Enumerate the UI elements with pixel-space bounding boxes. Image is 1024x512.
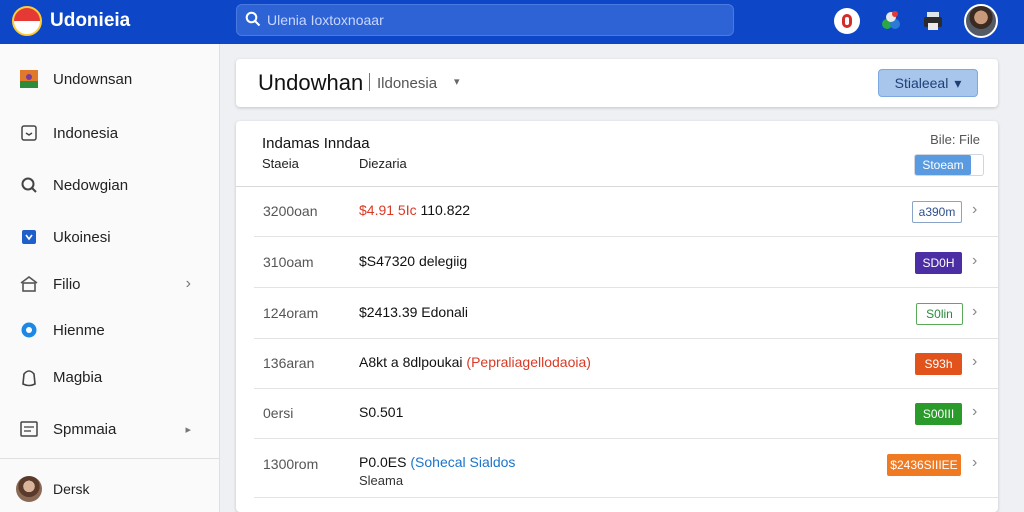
app-logo[interactable] [12,6,42,36]
bag-icon [18,366,40,388]
shield-icon [18,226,40,248]
sidebar-item-label: Ukoinesi [53,228,111,246]
chevron-down-icon[interactable]: ▾ [454,75,460,88]
header-button-label: Stialeeal [894,75,949,91]
search-icon [245,11,261,27]
row-amount: S0.501 [359,404,403,420]
sidebar-item-label: Hienme [53,321,105,339]
circle-icon [18,319,40,341]
sidebar-item-hienme[interactable]: Hienme [0,310,219,350]
alert-icon[interactable] [834,8,860,34]
row-amount-text: $2413.39 Edonali [359,304,468,320]
sidebar-item-label: Spmmaia [53,420,117,438]
row-date: 124oram [263,305,319,321]
caret-right-icon[interactable]: ▸ [185,423,191,436]
row-amount-text: 110.822 [416,202,471,218]
chevron-right-icon[interactable]: › [972,403,977,421]
avatar [16,476,42,502]
status-badge[interactable]: $2436SIIIEE [887,454,961,476]
column-header-description[interactable]: Diezaria [359,156,407,171]
row-date: 1300rom [263,456,319,472]
sidebar-item-label: Undownsan [53,70,133,88]
chevron-right-icon[interactable]: › [972,353,977,371]
chevron-down-icon: ▾ [954,74,962,91]
status-badge[interactable]: S0lin [916,303,963,325]
row-amount: P0.0ES (Sohecal Sialdos [359,454,515,470]
sidebar: Undownsan Indonesia Nedowgian Ukoinesi F… [0,44,220,512]
toggle-label: Stoeam [915,155,971,175]
header-subtitle[interactable]: Ildonesia [377,75,437,92]
status-toggle[interactable]: Stoeam [914,154,984,176]
table-row[interactable]: 0ersi S0.501 S00III › [254,389,998,439]
sidebar-item-label: Magbia [53,368,103,386]
sidebar-item-undownsan[interactable]: Undownsan [0,59,219,99]
table-row[interactable]: 310oam $S47320 delegiig SD0H › [254,238,998,288]
row-subtext: Sleama [359,473,404,488]
sidebar-divider [0,458,219,459]
sidebar-item-label: Filio [53,275,81,293]
home-icon [18,273,40,295]
user-avatar[interactable] [964,4,998,38]
status-badge[interactable]: S93h [915,353,962,375]
transactions-card: Indamas Inndaa Bile: File Staeia Diezari… [236,121,998,512]
file-label[interactable]: Bile: File [930,132,980,147]
doc-icon [18,418,40,440]
sidebar-item-ukoinesi[interactable]: Ukoinesi [0,217,219,257]
chevron-right-icon[interactable]: › [186,275,191,293]
apps-icon[interactable] [878,8,904,34]
row-amount-text: P0.0ES [359,454,411,470]
row-note: (Pepraliagellodaoia) [466,354,591,370]
chevron-right-icon[interactable]: › [972,201,977,219]
search-box[interactable] [236,4,734,36]
sidebar-item-label: Nedowgian [53,176,129,194]
table-row[interactable]: 1300rom P0.0ES (Sohecal Sialdos Sleama $243… [254,440,998,498]
row-amount: A8kt a 8dlpoukai (Pepraliagellodaoia) [359,354,591,370]
row-date: 3200oan [263,203,318,219]
table-row[interactable]: 124oram $2413.39 Edonali S0lin › [254,289,998,339]
row-note: (Sohecal Sialdos [410,454,516,470]
flag-icon [18,68,40,90]
sidebar-item-magbia[interactable]: Magbia [0,357,219,397]
row-date: 136aran [263,355,315,371]
status-badge[interactable]: SD0H [915,252,962,274]
row-date: 0ersi [263,405,294,421]
status-badge[interactable]: a390m [912,201,962,223]
user-name: Dersk [53,481,90,497]
row-amount: $S47320 delegiig [359,253,467,269]
search-input[interactable] [267,9,717,31]
app-title: Udonieia [50,10,131,31]
column-header-status[interactable]: Staeia [262,156,299,171]
sidebar-item-filio[interactable]: Filio › [0,264,219,304]
row-date: 310oam [263,254,314,270]
search-icon [18,174,40,196]
sidebar-item-nedowgian[interactable]: Nedowgian [0,165,219,205]
top-bar: Udonieia [0,0,1024,44]
print-icon[interactable] [920,8,946,34]
row-amount-text: A8kt a 8dlpoukai [359,354,467,370]
row-amount-text: S0.501 [359,404,404,420]
sidebar-item-indonesia[interactable]: Indonesia [0,113,219,153]
status-badge[interactable]: S00III [915,403,962,425]
row-amount-text: $S47320 delegiig [359,253,468,269]
header-divider [369,73,370,91]
row-amount-highlight: $4.91 5Ic [359,202,417,218]
page-header: Undowhan Ildonesia ▾ Stialeeal ▾ [236,59,998,107]
row-amount: $2413.39 Edonali [359,304,468,320]
table-row[interactable]: 3200oan $4.91 5Ic 110.822 a390m › [254,187,998,237]
chevron-right-icon[interactable]: › [972,454,977,472]
card-title: Indamas Inndaa [262,135,370,152]
header-dropdown-button[interactable]: Stialeeal ▾ [878,69,978,97]
page-title: Undowhan [258,70,364,95]
sidebar-user[interactable]: Dersk [0,470,219,510]
chevron-right-icon[interactable]: › [972,252,977,270]
inbox-icon [18,122,40,144]
table-row[interactable]: 136aran A8kt a 8dlpoukai (Pepraliagelloda… [254,339,998,389]
sidebar-item-label: Indonesia [53,124,119,142]
row-amount: $4.91 5Ic 110.822 [359,202,470,218]
sidebar-item-spmmaia[interactable]: Spmmaia ▸ [0,409,219,449]
chevron-right-icon[interactable]: › [972,303,977,321]
